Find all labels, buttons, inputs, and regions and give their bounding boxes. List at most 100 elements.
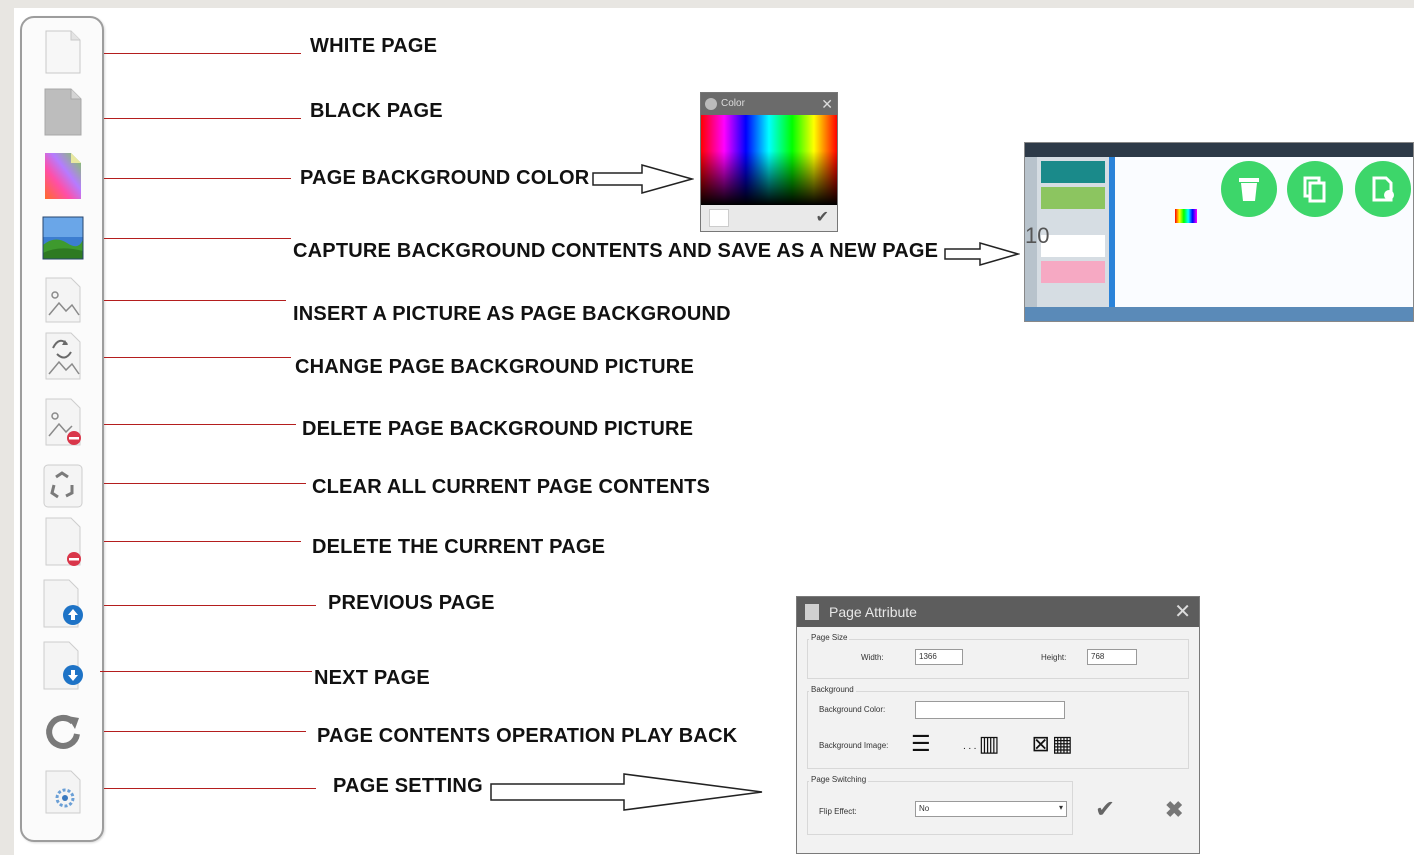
insert-picture-button[interactable] [40, 274, 86, 326]
page-icon [805, 604, 819, 620]
next-page-button[interactable] [40, 640, 86, 692]
arrow-right-icon [592, 164, 694, 194]
width-label: Width: [861, 653, 884, 662]
page-background-color-icon [45, 153, 81, 199]
page-background-color-button[interactable] [40, 150, 86, 202]
label-clear-page: CLEAR ALL CURRENT PAGE CONTENTS [312, 476, 711, 498]
copy-icon [1303, 176, 1326, 203]
cross-image-icon[interactable]: ⊠ [1032, 731, 1052, 756]
height-field[interactable]: 768 [1087, 649, 1137, 665]
frame-top [0, 0, 1414, 8]
preview-thumbnail [1041, 261, 1105, 283]
connector-line [104, 53, 301, 54]
chevron-down-icon: ▾ [1058, 803, 1063, 812]
label-delete-page: DELETE THE CURRENT PAGE [312, 536, 606, 558]
page-up-icon [43, 579, 83, 628]
close-icon[interactable]: ✕ [821, 93, 833, 115]
table-image-icon[interactable]: ▦ [1052, 731, 1075, 756]
background-color-field[interactable] [915, 701, 1065, 719]
color-spectrum[interactable] [701, 115, 837, 205]
delete-page-button[interactable] [40, 516, 86, 568]
page-switching-label: Page Switching [809, 775, 869, 784]
previous-page-button[interactable] [40, 578, 86, 630]
label-black-page: BLACK PAGE [310, 100, 443, 122]
black-page-icon [44, 88, 82, 136]
capture-background-button[interactable] [40, 212, 86, 264]
connector-line [104, 605, 316, 606]
background-color-label: Background Color: [819, 705, 886, 714]
color-dialog-titlebar: Color ✕ [701, 93, 837, 115]
label-insert-picture: INSERT A PICTURE AS PAGE BACKGROUND [293, 303, 731, 325]
page-size-label: Page Size [809, 633, 850, 642]
color-dialog-title: Color [721, 98, 745, 109]
label-change-picture: CHANGE PAGE BACKGROUND PICTURE [295, 356, 694, 378]
width-field[interactable]: 1366 [915, 649, 963, 665]
page-settings-icon [1372, 176, 1394, 202]
label-white-page: WHITE PAGE [310, 35, 438, 57]
connector-line [104, 731, 306, 732]
refresh-icon [46, 714, 80, 749]
background-image-label: Background Image: [819, 741, 889, 750]
flip-effect-label: Flip Effect: [819, 807, 857, 816]
label-page-background-color: PAGE BACKGROUND COLOR [300, 167, 590, 189]
preview-page-number: 10 [1025, 223, 1050, 248]
preview-copy-button[interactable] [1287, 161, 1343, 217]
delete-page-icon [45, 517, 81, 566]
color-dialog-footer: ✔ [701, 205, 837, 231]
palette-icon [705, 98, 717, 110]
label-previous-page: PREVIOUS PAGE [328, 592, 495, 614]
preview-titlebar [1025, 143, 1413, 157]
preview-color-swatch [1175, 209, 1197, 223]
label-page-setting: PAGE SETTING [333, 775, 483, 797]
insert-picture-icon [45, 277, 81, 323]
delete-picture-icon [45, 398, 81, 446]
flip-effect-select[interactable]: No ▾ [915, 801, 1067, 817]
clear-page-button[interactable] [40, 460, 86, 512]
trash-icon [1239, 178, 1259, 201]
connector-line [104, 424, 296, 425]
current-color-swatch [709, 209, 729, 227]
check-icon[interactable]: ✔ [816, 207, 829, 227]
connector-line [104, 300, 286, 301]
arrow-right-icon [944, 242, 1020, 266]
connector-line [104, 541, 301, 542]
recycle-icon [43, 464, 83, 508]
connector-line [104, 357, 291, 358]
preview-delete-button[interactable] [1221, 161, 1277, 217]
background-label: Background [809, 685, 856, 694]
dots-image-icon[interactable]: ··· [963, 743, 979, 754]
change-picture-icon [45, 332, 81, 380]
capture-background-icon [42, 216, 84, 260]
white-page-icon [45, 30, 81, 74]
page-attribute-title: Page Attribute [829, 604, 917, 620]
close-icon[interactable]: ✕ [1174, 597, 1191, 627]
lines-image-icon[interactable]: ☰ [911, 731, 933, 756]
height-label: Height: [1041, 653, 1067, 662]
frame-left [0, 0, 14, 855]
black-page-button[interactable] [40, 86, 86, 138]
label-playback: PAGE CONTENTS OPERATION PLAY BACK [317, 725, 738, 747]
playback-button[interactable] [40, 706, 86, 758]
connector-line [100, 671, 312, 672]
page-attribute-dialog: Page Attribute ✕ Page Size Width: 1366 H… [796, 596, 1200, 854]
page-setting-icon [45, 770, 81, 814]
delete-picture-button[interactable] [40, 396, 86, 448]
label-capture-background: CAPTURE BACKGROUND CONTENTS AND SAVE AS … [293, 240, 939, 262]
preview-thumbnail [1041, 235, 1105, 257]
background-image-options[interactable]: ☰ ···▥ ⊠▦ [911, 731, 1075, 757]
change-picture-button[interactable] [40, 330, 86, 382]
white-page-button[interactable] [40, 26, 86, 78]
preview-taskbar [1025, 307, 1413, 321]
flip-effect-value: No [919, 804, 930, 813]
page-attribute-titlebar: Page Attribute ✕ [797, 597, 1199, 627]
grid-image-icon[interactable]: ▥ [979, 731, 1002, 756]
color-dialog: Color ✕ ✔ [700, 92, 838, 232]
preview-settings-button[interactable] [1355, 161, 1411, 217]
cancel-button[interactable]: ✖ [1165, 797, 1183, 823]
connector-line [104, 178, 291, 179]
ok-button[interactable]: ✔ [1095, 795, 1115, 824]
label-delete-picture: DELETE PAGE BACKGROUND PICTURE [302, 418, 694, 440]
arrow-right-icon [490, 773, 763, 811]
page-setting-button[interactable] [40, 766, 86, 818]
preview-thumbnail [1041, 187, 1105, 209]
